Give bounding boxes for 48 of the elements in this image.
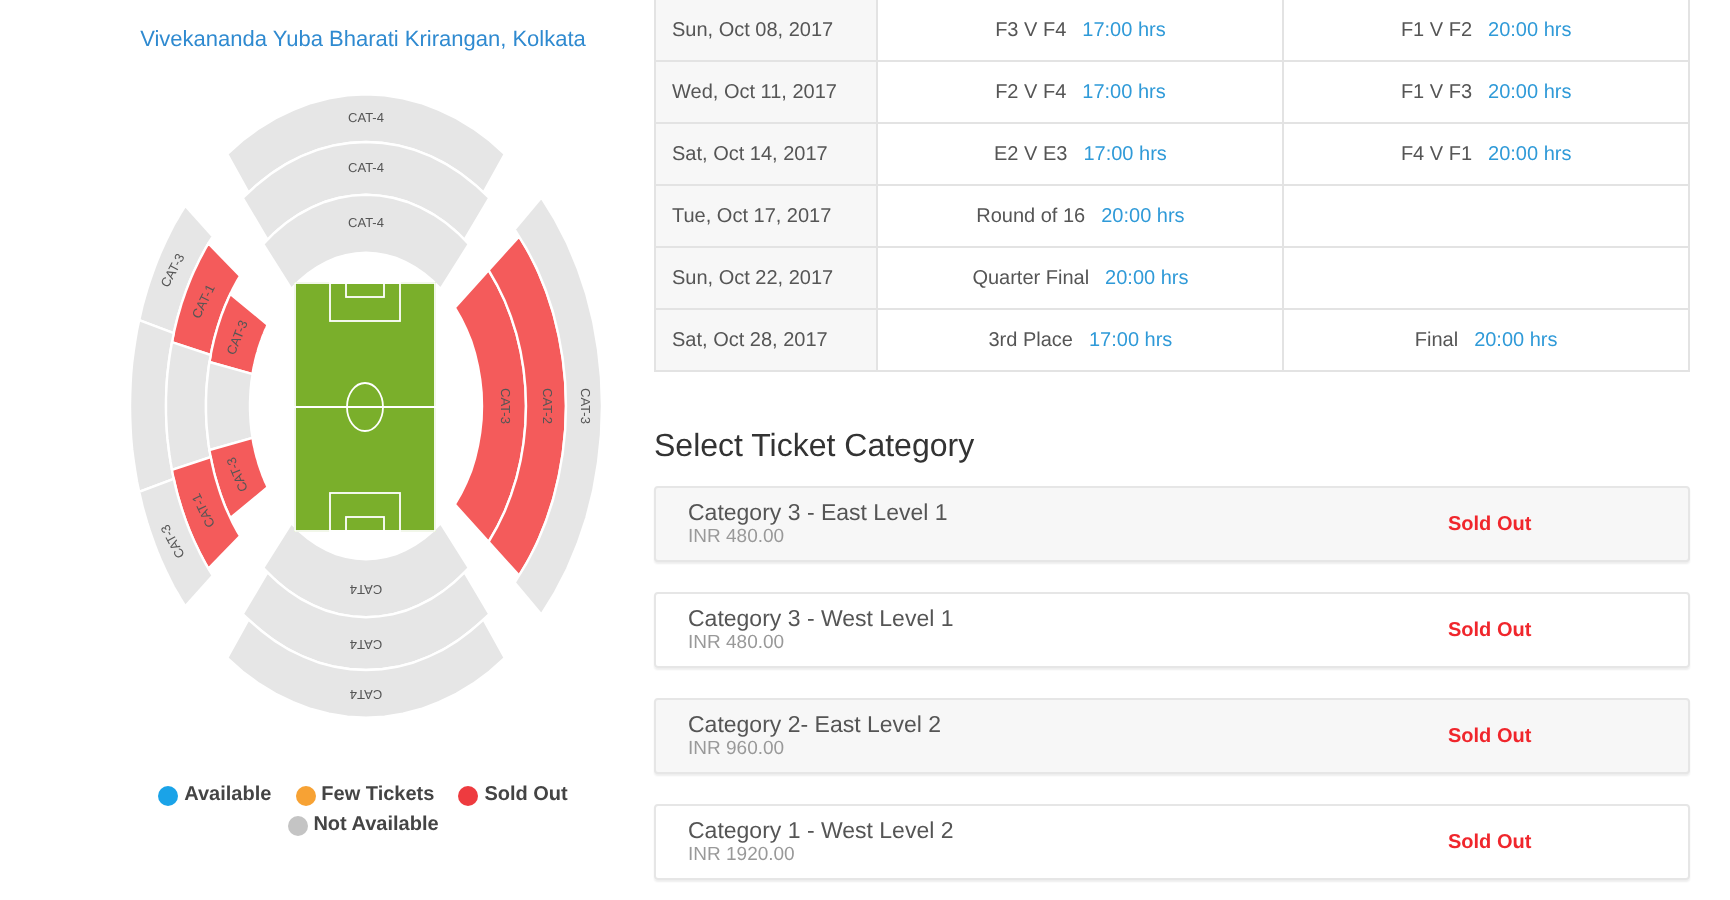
match-time: 20:00 hrs (1474, 329, 1558, 351)
date-cell: Tue, Oct 17, 2017 (655, 185, 878, 247)
match-time: 20:00 hrs (1105, 267, 1189, 289)
category-name: Category 1 - West Level 2 (688, 819, 956, 843)
category-card[interactable]: Category 3 - West Level 1 INR 480.00 Sold Out (654, 592, 1690, 668)
date-cell: Sat, Oct 14, 2017 (655, 123, 878, 185)
match-time: 20:00 hrs (1488, 19, 1572, 41)
category-name: Category 2- East Level 2 (688, 713, 944, 737)
category-name: Category 3 - East Level 1 (688, 501, 950, 525)
category-card[interactable]: Category 3 - East Level 1 INR 480.00 Sold Out (654, 486, 1690, 562)
match-time: 17:00 hrs (1083, 143, 1167, 165)
date-cell: Sun, Oct 22, 2017 (655, 247, 878, 309)
match-name: F4 V F1 (1400, 143, 1473, 165)
match-name: F1 V F2 (1400, 19, 1473, 41)
status-label: Sold Out (1448, 831, 1532, 853)
category-price: INR 960.00 (688, 737, 787, 759)
match-name: Round of 16 (976, 205, 1086, 227)
section-heading: Select Ticket Category (654, 430, 977, 466)
match-name: Final (1414, 329, 1459, 351)
match-time: 17:00 hrs (1088, 329, 1173, 351)
legend-label: Sold Out (484, 784, 568, 806)
match-name: F2 V F4 (995, 81, 1067, 103)
match-time: 20:00 hrs (1488, 143, 1572, 165)
legend-label: Not Available (313, 814, 439, 836)
venue-title: Vivekananda Yuba Bharati Krirangan, Kolkata (140, 28, 586, 52)
match-name: F1 V F3 (1400, 81, 1473, 103)
category-card[interactable]: Category 1 - West Level 2 INR 1920.00 Sold Out (654, 804, 1690, 880)
category-card[interactable]: Category 2- East Level 2 INR 960.00 Sold Out (654, 698, 1690, 774)
date-cell: Wed, Oct 11, 2017 (655, 61, 878, 123)
category-name: Category 3 - West Level 1 (688, 607, 956, 631)
status-label: Sold Out (1448, 725, 1532, 747)
match-name: Quarter Final (972, 267, 1090, 289)
category-price: INR 480.00 (688, 631, 787, 653)
match-time: 20:00 hrs (1101, 205, 1185, 227)
match-name: E2 V E3 (994, 143, 1068, 165)
match-time: 17:00 hrs (1082, 81, 1166, 103)
category-price: INR 1920.00 (688, 843, 797, 865)
date-cell: Sat, Oct 28, 2017 (655, 309, 878, 371)
status-label: Sold Out (1448, 513, 1532, 535)
match-name: 3rd Place (988, 329, 1073, 351)
match-time: 20:00 hrs (1488, 81, 1572, 103)
status-label: Sold Out (1448, 619, 1532, 641)
date-cell: Sun, Oct 08, 2017 (655, 0, 878, 61)
match-name: F3 V F4 (995, 19, 1067, 41)
legend-label: Available (184, 784, 272, 806)
match-time: 17:00 hrs (1082, 19, 1166, 41)
category-price: INR 480.00 (688, 525, 787, 547)
legend-label: Few Tickets (321, 784, 435, 806)
